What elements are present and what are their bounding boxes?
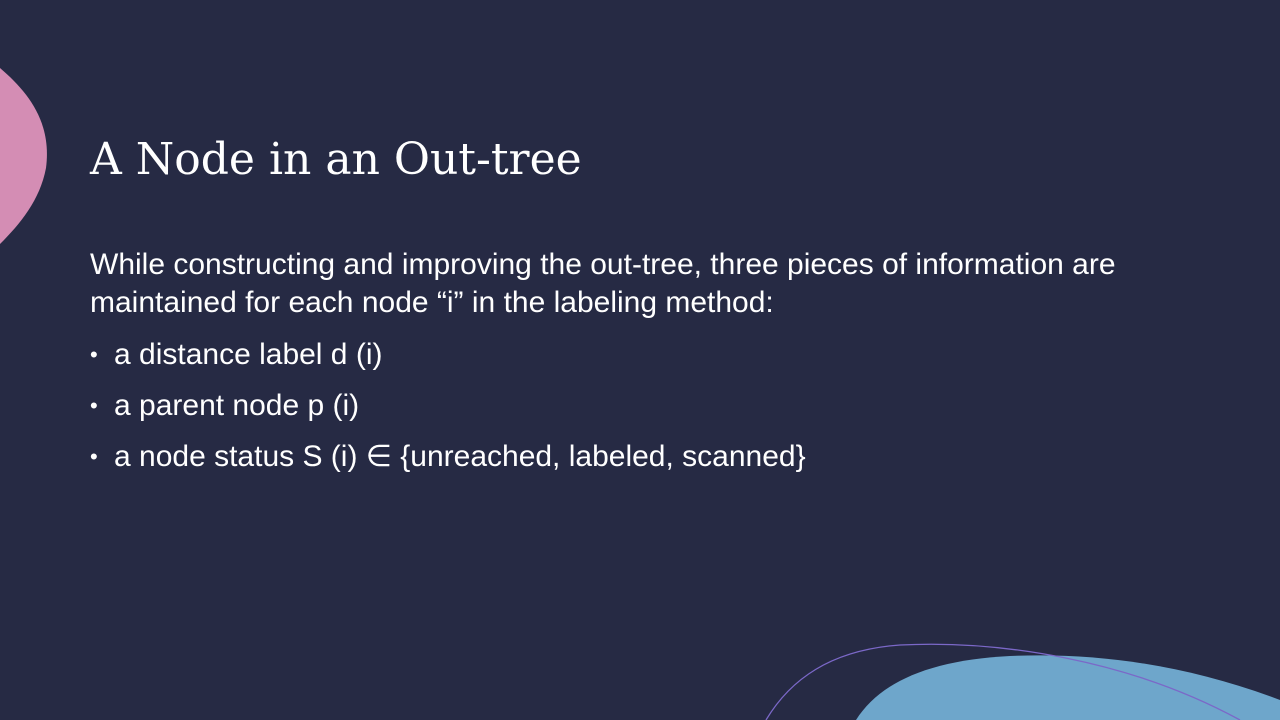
blue-blob-shape bbox=[856, 655, 1280, 720]
intro-paragraph: While constructing and improving the out… bbox=[90, 248, 1116, 319]
bullet-text: a parent node p (i) bbox=[114, 389, 360, 422]
pink-blob-shape bbox=[0, 68, 47, 244]
bullet-dot-icon: • bbox=[90, 444, 98, 469]
bullet-item-parent-node: • a parent node p (i) bbox=[90, 387, 1210, 425]
bullet-list: • a distance label d (i) • a parent node… bbox=[90, 336, 1210, 476]
bullet-dot-icon: • bbox=[90, 342, 98, 367]
bullet-text: a node status S (i) ∈ {unreached, labele… bbox=[114, 440, 806, 473]
slide-body: While constructing and improving the out… bbox=[90, 246, 1210, 489]
bullet-item-node-status: • a node status S (i) ∈ {unreached, labe… bbox=[90, 438, 1210, 476]
bullet-item-distance-label: • a distance label d (i) bbox=[90, 336, 1210, 374]
bullet-dot-icon: • bbox=[90, 393, 98, 418]
slide: A Node in an Out-tree While constructing… bbox=[0, 0, 1280, 720]
slide-title: A Node in an Out-tree bbox=[90, 134, 582, 185]
bullet-text: a distance label d (i) bbox=[114, 338, 383, 371]
